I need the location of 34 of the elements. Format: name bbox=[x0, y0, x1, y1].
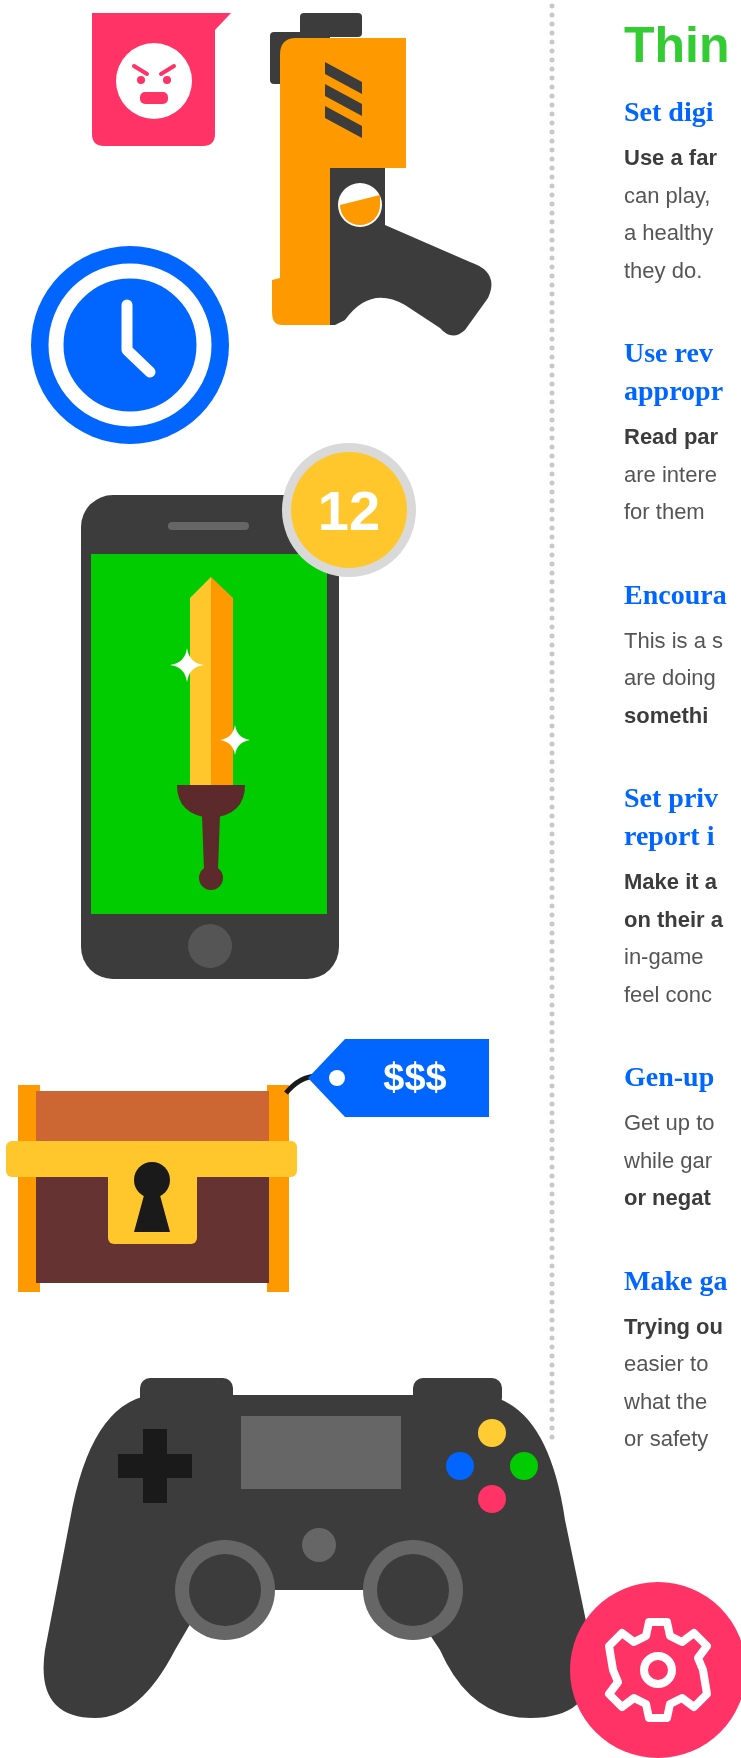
body-text: This is a s bbox=[624, 626, 725, 655]
angry-speech-bubble-icon bbox=[92, 13, 231, 146]
section-heading: report i bbox=[624, 819, 716, 853]
body-text: Get up to bbox=[624, 1109, 716, 1137]
body-text: Make it a bbox=[624, 868, 718, 896]
body-text: Use a far bbox=[624, 144, 718, 172]
body-text: are doing bbox=[624, 664, 717, 692]
section-heading: Set priv bbox=[624, 781, 720, 815]
body-text: they do. bbox=[624, 256, 704, 285]
body-text: a healthy bbox=[624, 219, 715, 247]
body-text: are intere bbox=[624, 460, 718, 489]
section-heading: Set digi bbox=[624, 95, 715, 129]
section-heading: appropr bbox=[624, 374, 725, 408]
body-text: while gar bbox=[624, 1146, 714, 1175]
body-text: or negat bbox=[624, 1184, 712, 1212]
body-text: somethi bbox=[624, 701, 710, 730]
age-rating-text: 12 bbox=[317, 479, 381, 542]
body-text: in-game bbox=[624, 943, 705, 971]
body-text: on their a bbox=[624, 905, 724, 934]
body-text: feel conc bbox=[624, 980, 714, 1009]
body-text: what the bbox=[624, 1387, 709, 1416]
section-heading: Use rev bbox=[624, 336, 714, 370]
body-text: can play, bbox=[624, 181, 712, 210]
clock-icon bbox=[31, 246, 229, 444]
body-text: for them bbox=[624, 498, 706, 526]
section-heading: Encoura bbox=[624, 577, 728, 612]
section-heading: Make ga bbox=[624, 1263, 729, 1298]
section-heading: Gen-up bbox=[624, 1060, 716, 1094]
body-text: easier to bbox=[624, 1350, 710, 1378]
price-text: $$$ bbox=[383, 1056, 447, 1098]
body-text: Read par bbox=[624, 423, 720, 451]
body-text: Trying ou bbox=[624, 1312, 724, 1341]
body-text: or safety bbox=[624, 1425, 710, 1453]
page-title: Thin bbox=[624, 17, 731, 73]
